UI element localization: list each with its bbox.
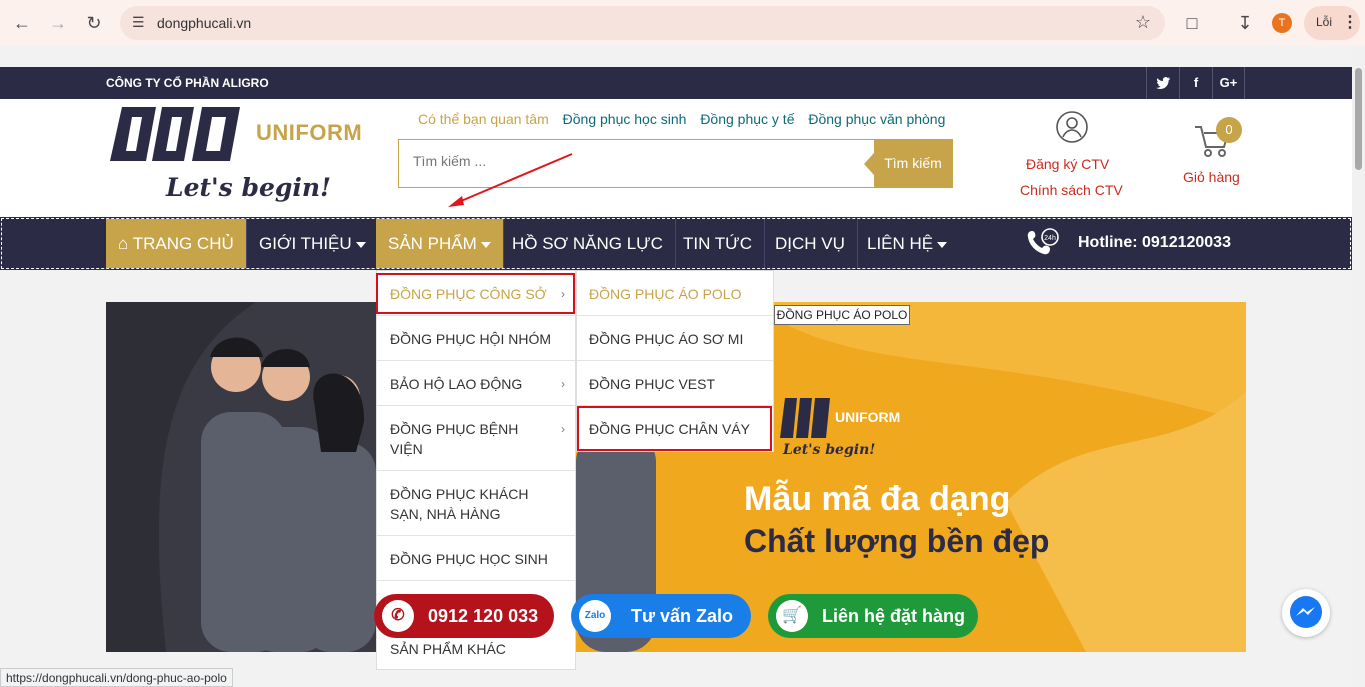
dropdown-item-hoi-nhom[interactable]: ĐỒNG PHỤC HỘI NHÓM	[377, 316, 575, 361]
dropdown-item-label: ĐỒNG PHỤC BỆNH VIỆN	[390, 421, 519, 457]
messenger-icon	[1290, 596, 1322, 628]
interest-link-van-phong[interactable]: Đồng phục văn phòng	[808, 111, 945, 127]
error-menu-button[interactable]: Lỗi ⋮	[1304, 6, 1360, 40]
banner-slogan: Let's begin!	[783, 442, 876, 458]
order-button[interactable]: 🛒 Liên hệ đặt hàng	[768, 594, 978, 638]
nav-products[interactable]: SẢN PHẨM	[376, 219, 504, 268]
chevron-right-icon: ›	[561, 422, 565, 436]
dropdown-item-khach-san[interactable]: ĐỒNG PHỤC KHÁCH SẠN, NHÀ HÀNG	[377, 471, 575, 536]
facebook-icon[interactable]: f	[1179, 67, 1212, 99]
submenu-item-vest[interactable]: ĐỒNG PHỤC VEST	[577, 361, 773, 406]
zalo-button[interactable]: Zalo Tư vấn Zalo	[571, 594, 751, 638]
submenu-item-label: ĐỒNG PHỤC ÁO SƠ MI	[589, 331, 744, 347]
hotline-24h-icon: 24h	[1027, 228, 1059, 255]
chevron-right-icon: ›	[561, 377, 565, 391]
nav-about-label: GIỚI THIỆU	[259, 234, 352, 253]
dropdown-item-label: ĐỒNG PHỤC HỘI NHÓM	[390, 331, 551, 347]
link-tooltip: ĐỒNG PHỤC ÁO POLO	[774, 305, 910, 325]
highlight-box	[376, 273, 575, 314]
nav-news-label: TIN TỨC	[683, 234, 752, 253]
profile-avatar[interactable]: T	[1272, 13, 1292, 33]
dropdown-item-hoc-sinh[interactable]: ĐỒNG PHỤC HỌC SINH	[377, 536, 575, 581]
search-button[interactable]: Tìm kiếm	[864, 140, 952, 187]
caret-down-icon	[355, 241, 366, 248]
cart-label[interactable]: Giỏ hàng	[1183, 169, 1240, 185]
google-plus-icon[interactable]: G+	[1212, 67, 1245, 99]
order-label: Liên hệ đặt hàng	[822, 606, 966, 626]
svg-text:24h: 24h	[1044, 235, 1056, 242]
hotline-text[interactable]: Hotline: 0912120033	[1078, 234, 1231, 252]
error-label: Lỗi	[1316, 15, 1333, 29]
caret-down-icon	[937, 241, 948, 248]
nav-services[interactable]: DỊCH VỤ	[763, 219, 858, 268]
phone-call-button[interactable]: ✆ 0912 120 033	[374, 594, 554, 638]
nav-home-label: TRANG CHỦ	[132, 234, 234, 253]
phone-number: 0912 120 033	[428, 606, 539, 626]
scrollbar-thumb[interactable]	[1355, 68, 1362, 170]
logo-uniform-text: UNIFORM	[256, 120, 363, 145]
company-name: CÔNG TY CỔ PHẦN ALIGRO	[106, 76, 269, 90]
ctv-policy-link[interactable]: Chính sách CTV	[1020, 182, 1123, 198]
annotation-arrow-icon	[448, 153, 573, 207]
dropdown-item-label: ĐỒNG PHỤC HỌC SINH	[390, 551, 548, 567]
submenu-item-so-mi[interactable]: ĐỒNG PHỤC ÁO SƠ MI	[577, 316, 773, 361]
browser-toolbar: ← → ↻ ☰ dongphucali.vn ☆ □ ↧ T Lỗi ⋮	[0, 0, 1365, 46]
interest-link-hoc-sinh[interactable]: Đồng phục học sinh	[563, 111, 687, 127]
forward-icon[interactable]: →	[47, 12, 69, 34]
status-bar-url: https://dongphucali.vn/dong-phuc-ao-polo	[0, 668, 233, 687]
top-strip: CÔNG TY CỔ PHẦN ALIGRO f G+	[0, 67, 1352, 99]
cart-count-badge: 0	[1216, 117, 1242, 143]
site-header: UNIFORM Let's begin! Có thể bạn quan tâm…	[0, 99, 1352, 217]
interest-lead: Có thể bạn quan tâm	[418, 111, 549, 127]
highlight-box	[577, 406, 772, 451]
nav-contact-label: LIÊN HỆ	[867, 234, 934, 253]
twitter-icon[interactable]	[1146, 67, 1179, 99]
extensions-icon[interactable]: □	[1181, 12, 1203, 34]
banner-headline-1: Mẫu mã đa dạng	[744, 480, 1011, 518]
user-account-icon[interactable]	[1056, 111, 1088, 143]
caret-down-icon	[480, 241, 491, 248]
submenu-item-polo[interactable]: ĐỒNG PHỤC ÁO POLO	[577, 271, 773, 316]
dropdown-item-khac[interactable]: SẢN PHẨM KHÁC	[377, 637, 575, 671]
nav-products-label: SẢN PHẨM	[388, 234, 477, 253]
phone-icon: ✆	[382, 600, 414, 632]
site-settings-icon[interactable]: ☰	[132, 14, 150, 32]
dropdown-item-label: SẢN PHẨM KHÁC	[390, 641, 506, 657]
nav-home[interactable]: ⌂ TRANG CHỦ	[106, 219, 247, 268]
zalo-icon: Zalo	[579, 600, 611, 632]
submenu-item-label: ĐỒNG PHỤC VEST	[589, 376, 716, 392]
reload-icon[interactable]: ↻	[83, 12, 105, 34]
dropdown-item-benh-vien[interactable]: ĐỒNG PHỤC BỆNH VIỆN ›	[377, 406, 575, 471]
nav-contact[interactable]: LIÊN HỆ	[855, 219, 959, 268]
home-icon: ⌂	[118, 234, 129, 253]
dropdown-item-label: ĐỒNG PHỤC KHÁCH SẠN, NHÀ HÀNG	[390, 486, 529, 522]
nav-news[interactable]: TIN TỨC	[671, 219, 765, 268]
messenger-button[interactable]	[1282, 589, 1330, 637]
interest-link-y-te[interactable]: Đồng phục y tế	[700, 111, 794, 127]
banner-headline-2: Chất lượng bền đẹp	[744, 523, 1050, 559]
back-icon[interactable]: ←	[11, 12, 33, 34]
ali-logo-icon[interactable]	[110, 107, 245, 161]
logo-slogan: Let's begin!	[166, 173, 331, 202]
url-text: dongphucali.vn	[157, 15, 252, 31]
zalo-label: Tư vấn Zalo	[631, 606, 734, 626]
kebab-menu-icon: ⋮	[1342, 14, 1358, 31]
dropdown-item-bao-ho[interactable]: BẢO HỘ LAO ĐỘNG ›	[377, 361, 575, 406]
dropdown-item-label: BẢO HỘ LAO ĐỘNG	[390, 376, 523, 392]
bookmark-star-icon[interactable]: ☆	[1135, 12, 1151, 33]
nav-services-label: DỊCH VỤ	[775, 234, 845, 253]
shopping-cart-icon: 🛒	[776, 600, 808, 632]
interest-links: Có thể bạn quan tâm Đồng phục học sinh Đ…	[418, 111, 955, 127]
nav-profile-label: HỒ SƠ NĂNG LỰC	[512, 234, 663, 253]
nav-profile[interactable]: HỒ SƠ NĂNG LỰC	[500, 219, 676, 268]
banner-uniform-text: UNIFORM	[835, 409, 901, 425]
nav-about[interactable]: GIỚI THIỆU	[247, 219, 379, 268]
ctv-register-link[interactable]: Đăng ký CTV	[1026, 156, 1109, 172]
banner-ali-logo-icon	[780, 398, 830, 438]
address-bar[interactable]: ☰ dongphucali.vn ☆	[120, 6, 1165, 40]
download-icon[interactable]: ↧	[1234, 12, 1256, 34]
submenu-item-label: ĐỒNG PHỤC ÁO POLO	[589, 286, 742, 302]
